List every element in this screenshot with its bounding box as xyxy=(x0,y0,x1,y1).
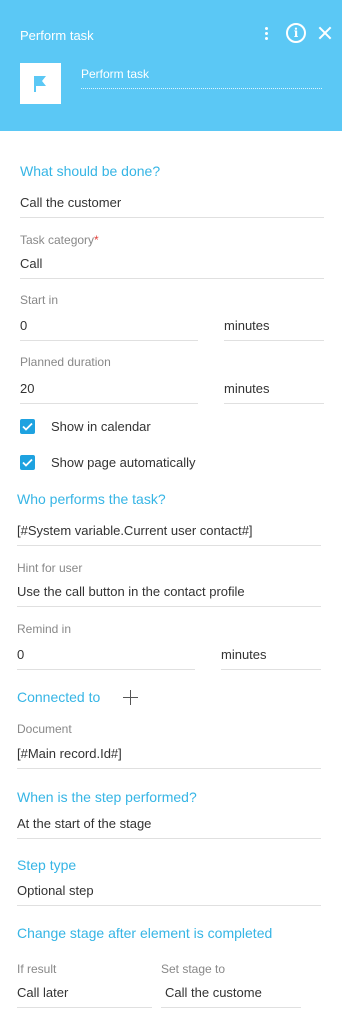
document-field[interactable]: [#Main record.Id#] xyxy=(17,745,321,769)
show-page-automatically-label: Show page automatically xyxy=(51,455,196,470)
hint-for-user-field[interactable]: Use the call button in the contact profi… xyxy=(17,583,321,607)
panel-header: Perform task i Perform task xyxy=(0,0,342,131)
header-actions: i xyxy=(258,22,332,44)
show-page-automatically-option[interactable]: Show page automatically xyxy=(20,455,196,470)
when-performed-field[interactable]: At the start of the stage xyxy=(17,815,321,839)
plus-icon[interactable] xyxy=(123,690,138,705)
remind-in-unit[interactable]: minutes xyxy=(221,646,321,670)
remind-in-field[interactable]: 0 xyxy=(17,646,195,670)
task-category-field[interactable]: Call xyxy=(20,255,324,279)
step-type-field[interactable]: Optional step xyxy=(17,882,321,906)
what-field[interactable]: Call the customer xyxy=(20,194,324,218)
section-what-should-be-done: What should be done? xyxy=(20,163,161,179)
show-page-automatically-checkbox[interactable] xyxy=(20,455,35,470)
planned-duration-label: Planned duration xyxy=(20,355,111,369)
required-marker: * xyxy=(94,233,99,247)
start-in-label: Start in xyxy=(20,293,59,307)
set-stage-label: Set stage to xyxy=(161,962,226,976)
start-in-unit[interactable]: minutes xyxy=(224,317,324,341)
section-who-performs: Who performs the task? xyxy=(17,491,166,507)
planned-duration-field[interactable]: 20 xyxy=(20,380,198,404)
set-stage-field[interactable]: Call the custome xyxy=(161,984,301,1008)
hint-for-user-label: Hint for user xyxy=(17,561,83,575)
panel-title: Perform task xyxy=(20,28,94,43)
document-label: Document xyxy=(17,722,72,736)
section-change-stage: Change stage after element is completed xyxy=(17,925,273,941)
flag-icon[interactable] xyxy=(20,63,61,104)
show-in-calendar-checkbox[interactable] xyxy=(20,419,35,434)
section-connected-to: Connected to xyxy=(17,689,101,705)
planned-duration-unit[interactable]: minutes xyxy=(224,380,324,404)
task-category-label: Task category* xyxy=(20,233,99,247)
kebab-menu-icon[interactable] xyxy=(258,22,274,44)
close-icon[interactable] xyxy=(318,26,332,40)
performer-field[interactable]: [#System variable.Current user contact#] xyxy=(17,522,321,546)
info-icon[interactable]: i xyxy=(286,23,306,43)
show-in-calendar-option[interactable]: Show in calendar xyxy=(20,419,151,434)
remind-in-label: Remind in xyxy=(17,622,72,636)
section-step-type: Step type xyxy=(17,857,77,873)
if-result-label: If result xyxy=(17,962,57,976)
if-result-field[interactable]: Call later xyxy=(17,984,152,1008)
section-when-performed: When is the step performed? xyxy=(17,789,197,805)
element-name-field[interactable]: Perform task xyxy=(81,67,322,89)
show-in-calendar-label: Show in calendar xyxy=(51,419,151,434)
start-in-field[interactable]: 0 xyxy=(20,317,198,341)
